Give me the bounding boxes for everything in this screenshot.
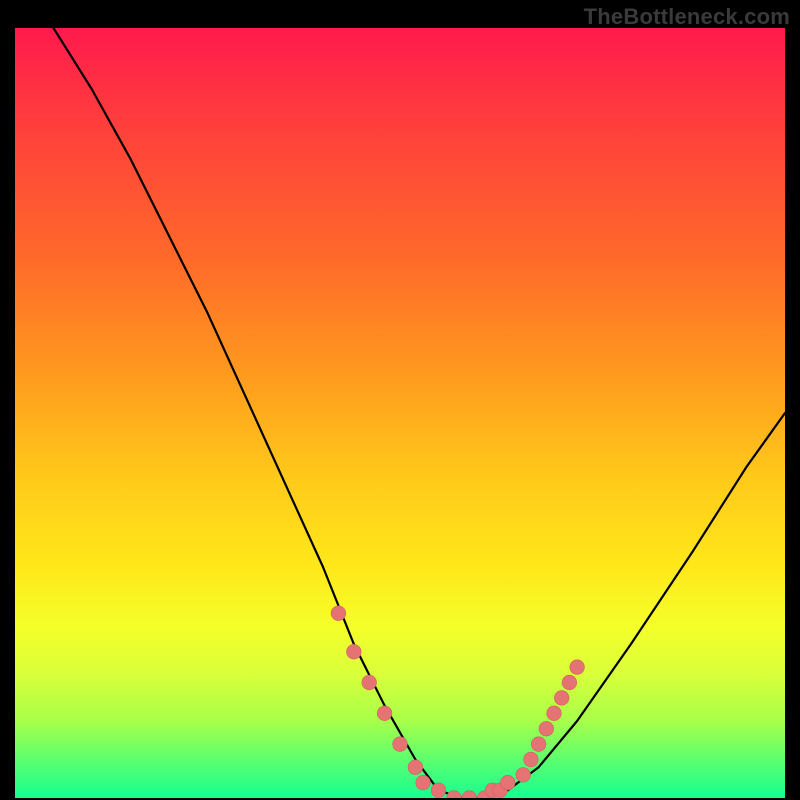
watermark-text: TheBottleneck.com — [584, 4, 790, 30]
chart-frame: TheBottleneck.com — [0, 0, 800, 800]
curve-marker — [462, 791, 477, 798]
curve-marker — [554, 691, 569, 706]
curve-marker — [377, 706, 392, 721]
curve-marker — [547, 706, 562, 721]
curve-marker — [524, 752, 539, 767]
curve-marker — [539, 721, 554, 736]
curve-marker — [346, 644, 361, 659]
curve-marker — [516, 768, 531, 783]
curve-marker — [500, 775, 515, 790]
curve-marker — [431, 783, 446, 798]
curve-marker — [447, 791, 462, 798]
plot-area — [15, 28, 785, 798]
curve-marker — [416, 775, 431, 790]
curve-marker — [393, 737, 408, 752]
curve-marker — [531, 737, 546, 752]
curve-marker — [362, 675, 377, 690]
bottleneck-curve — [54, 28, 786, 798]
curve-marker — [331, 606, 346, 621]
curve-marker — [570, 660, 585, 675]
curve-overlay — [15, 28, 785, 798]
curve-marker — [408, 760, 423, 775]
curve-marker — [562, 675, 577, 690]
marker-group — [331, 606, 584, 798]
